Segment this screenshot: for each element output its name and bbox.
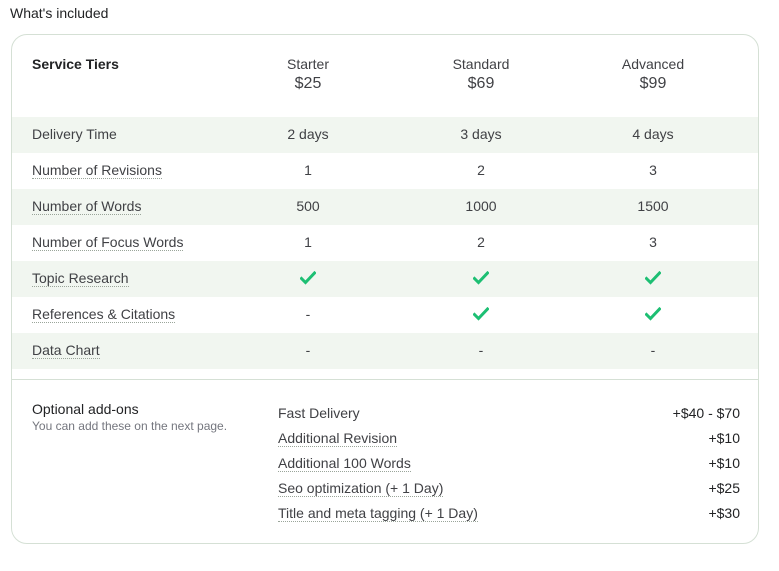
tier-price: $69 xyxy=(467,75,495,92)
addon-name: Fast Delivery xyxy=(278,405,360,421)
feature-label[interactable]: References & Citations xyxy=(32,306,176,323)
tier-name: Advanced xyxy=(621,56,685,72)
addon-price: +$10 xyxy=(708,430,740,446)
feature-label[interactable]: Number of Words xyxy=(32,198,142,215)
feature-value: - xyxy=(305,306,311,322)
addon-price: +$30 xyxy=(708,505,740,521)
feature-value: 1 xyxy=(304,234,312,250)
check-icon xyxy=(421,270,541,286)
feature-value: 2 xyxy=(477,234,485,250)
feature-value: 3 xyxy=(649,234,657,250)
check-icon xyxy=(593,306,713,322)
feature-value: 3 days xyxy=(460,126,502,142)
addon-name[interactable]: Title and meta tagging (+ 1 Day) xyxy=(278,505,478,522)
feature-value: 1000 xyxy=(465,198,497,214)
addon-price: +$40 - $70 xyxy=(672,405,740,421)
addons-subtitle: You can add these on the next page. xyxy=(32,419,228,433)
tier-standard: Standard $69 xyxy=(421,56,541,93)
feature-label[interactable]: Data Chart xyxy=(32,342,100,359)
table-row: Topic Research xyxy=(12,261,758,297)
addon-item: Seo optimization (+ 1 Day) +$25 xyxy=(278,480,740,505)
check-icon xyxy=(248,270,368,286)
addon-item: Fast Delivery +$40 - $70 xyxy=(278,405,740,430)
table-row: References & Citations - xyxy=(12,297,758,333)
divider xyxy=(12,379,758,380)
addon-item: Title and meta tagging (+ 1 Day) +$30 xyxy=(278,505,740,530)
addon-name[interactable]: Seo optimization (+ 1 Day) xyxy=(278,480,444,497)
addon-name[interactable]: Additional Revision xyxy=(278,430,398,447)
addon-item: Additional 100 Words +$10 xyxy=(278,455,740,480)
addon-price: +$25 xyxy=(708,480,740,496)
check-icon xyxy=(593,270,713,286)
service-tiers-label: Service Tiers xyxy=(32,56,119,72)
feature-value: 500 xyxy=(296,198,320,214)
tier-price: $25 xyxy=(294,75,322,92)
feature-value: - xyxy=(478,342,484,358)
feature-value: 3 xyxy=(649,162,657,178)
table-row: Number of Focus Words 1 2 3 xyxy=(12,225,758,261)
feature-value: 1 xyxy=(304,162,312,178)
feature-value: - xyxy=(305,342,311,358)
feature-value: 4 days xyxy=(632,126,674,142)
tiers-header: Service Tiers Starter $25 Standard $69 A… xyxy=(12,35,758,117)
table-row: Number of Words 500 1000 1500 xyxy=(12,189,758,225)
feature-rows: Delivery Time 2 days 3 days 4 days Number of… xyxy=(12,117,758,369)
feature-value: - xyxy=(650,342,656,358)
addon-price: +$10 xyxy=(708,455,740,471)
feature-value: 2 days xyxy=(287,126,329,142)
tier-starter: Starter $25 xyxy=(248,56,368,93)
feature-label[interactable]: Topic Research xyxy=(32,270,129,287)
addon-name[interactable]: Additional 100 Words xyxy=(278,455,411,472)
tier-name: Standard xyxy=(452,56,510,72)
feature-value: 2 xyxy=(477,162,485,178)
addon-list: Fast Delivery +$40 - $70 Additional Revisi… xyxy=(278,405,740,530)
table-row: Number of Revisions 1 2 3 xyxy=(12,153,758,189)
addons-title: Optional add-ons xyxy=(32,401,139,417)
feature-label: Delivery Time xyxy=(32,126,117,142)
comparison-card: Service Tiers Starter $25 Standard $69 A… xyxy=(11,34,759,544)
tier-price: $99 xyxy=(639,75,667,92)
table-row: Delivery Time 2 days 3 days 4 days xyxy=(12,117,758,153)
addons-intro: Optional add-ons You can add these on th… xyxy=(32,401,227,433)
section-title: What's included xyxy=(10,5,109,21)
addon-item: Additional Revision +$10 xyxy=(278,430,740,455)
feature-value: 1500 xyxy=(637,198,669,214)
table-row: Data Chart - - - xyxy=(12,333,758,369)
check-icon xyxy=(421,306,541,322)
tier-advanced: Advanced $99 xyxy=(593,56,713,93)
tier-name: Starter xyxy=(286,56,329,72)
feature-label[interactable]: Number of Focus Words xyxy=(32,234,184,251)
feature-label[interactable]: Number of Revisions xyxy=(32,162,162,179)
